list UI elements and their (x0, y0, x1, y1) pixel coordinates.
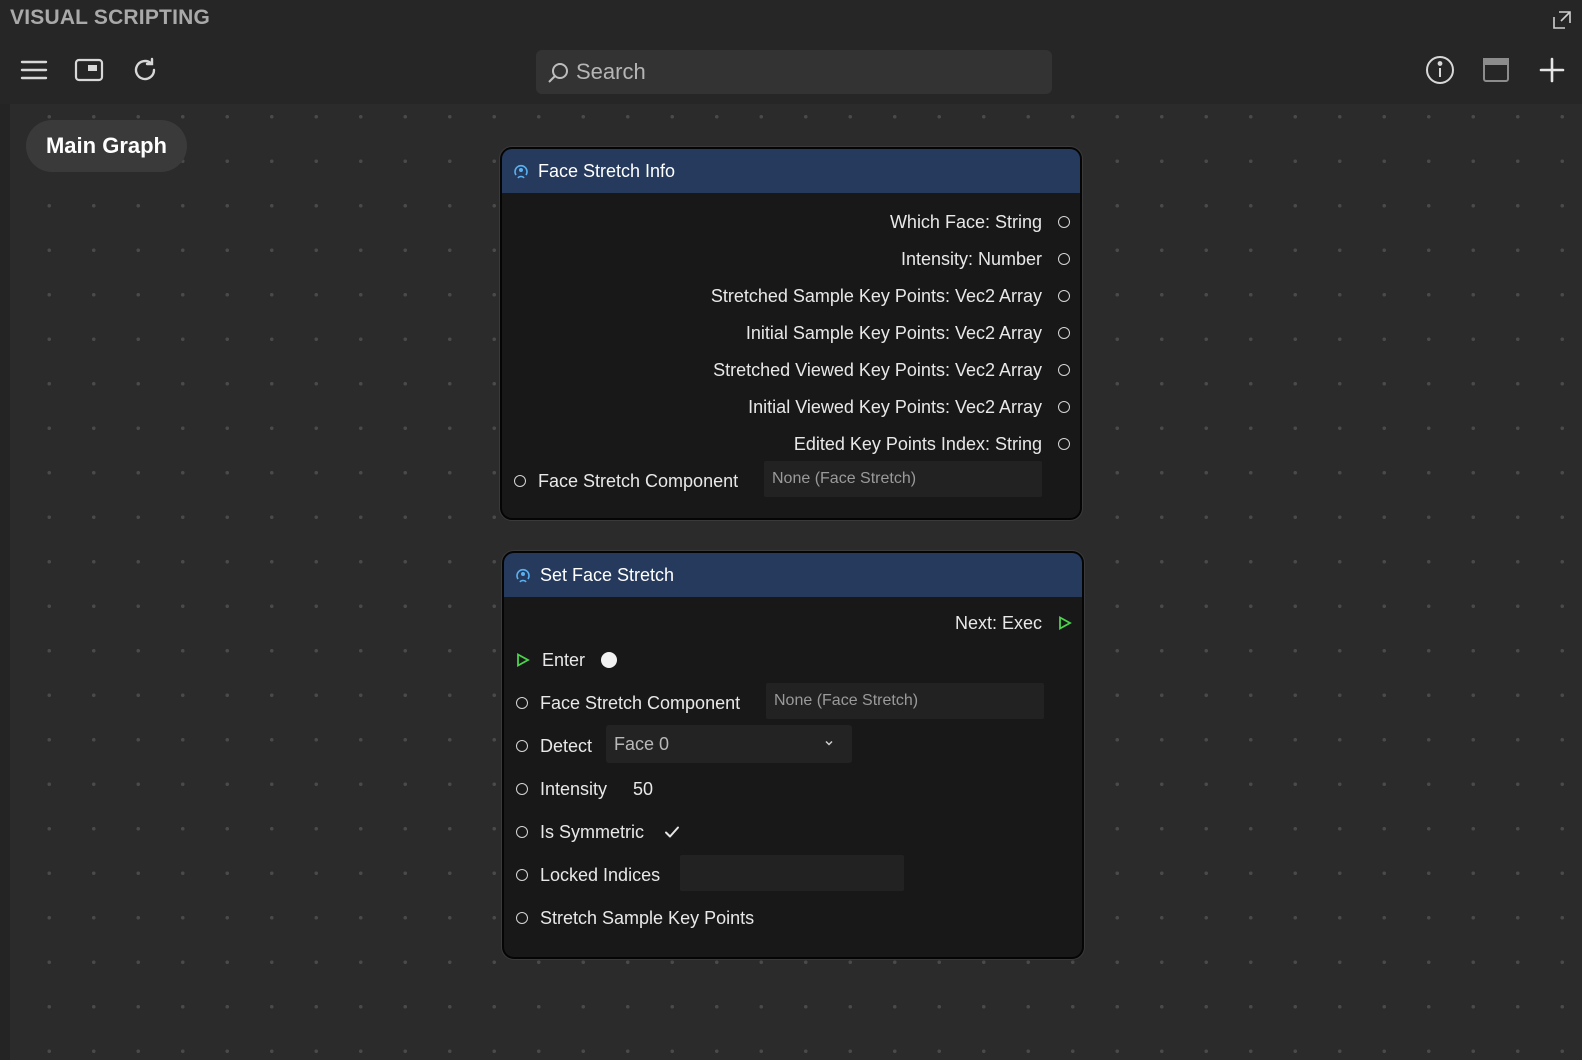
exec-output-icon[interactable] (1058, 616, 1072, 630)
info-icon[interactable] (1424, 54, 1456, 86)
input-face-stretch-component: Face Stretch Component (516, 688, 740, 718)
search-input[interactable] (576, 50, 1036, 94)
output-label: Edited Key Points Index: String (793, 433, 1042, 454)
input-label: Enter (542, 649, 586, 670)
refresh-icon[interactable] (129, 54, 161, 86)
node-header[interactable]: Set Face Stretch (504, 553, 1082, 597)
input-label: Is Symmetric (540, 821, 645, 842)
output-stretched-viewed-key-points: Stretched Viewed Key Points: Vec2 Array (713, 355, 1070, 385)
node-title: Set Face Stretch (540, 564, 675, 585)
node-title: Face Stretch Info (538, 160, 676, 181)
input-port[interactable] (516, 869, 528, 881)
plus-icon[interactable] (1536, 54, 1568, 86)
set-face-stretch-node[interactable]: Set Face Stretch Next: Exec Enter Face S… (502, 551, 1084, 959)
output-port[interactable] (1058, 327, 1070, 339)
input-is-symmetric: Is Symmetric (516, 817, 644, 847)
face-icon (514, 164, 528, 179)
input-port[interactable] (516, 697, 528, 709)
output-port[interactable] (1058, 438, 1070, 450)
input-face-stretch-component: Face Stretch Component (514, 466, 738, 496)
input-label: Locked Indices (540, 864, 661, 885)
output-label: Next: Exec (954, 612, 1042, 633)
detect-value: Face 0 (614, 733, 670, 754)
input-intensity: Intensity (516, 774, 607, 804)
input-enter: Enter (516, 645, 618, 675)
input-label: Stretch Sample Key Points (540, 907, 755, 928)
output-edited-key-points-index: Edited Key Points Index: String (794, 429, 1070, 459)
input-port[interactable] (516, 740, 528, 752)
output-stretched-sample-key-points: Stretched Sample Key Points: Vec2 Array (711, 281, 1070, 311)
title-bar: VISUAL SCRIPTING (0, 0, 1582, 40)
face-stretch-info-node[interactable]: Face Stretch Info Which Face: String Int… (500, 147, 1082, 520)
input-port[interactable] (516, 783, 528, 795)
panel-icon[interactable] (73, 54, 105, 86)
app-title: VISUAL SCRIPTING (10, 6, 211, 29)
chevron-down-icon (825, 740, 833, 746)
output-port[interactable] (1058, 401, 1070, 413)
output-intensity: Intensity: Number (901, 244, 1070, 274)
locked-indices-field[interactable] (680, 855, 904, 891)
output-label: Which Face: String (889, 211, 1042, 232)
output-port[interactable] (1058, 216, 1070, 228)
output-label: Initial Viewed Key Points: Vec2 Array (748, 396, 1042, 417)
input-port[interactable] (516, 826, 528, 838)
output-port[interactable] (1058, 290, 1070, 302)
output-label: Stretched Viewed Key Points: Vec2 Array (713, 359, 1042, 380)
output-label: Stretched Sample Key Points: Vec2 Array (710, 285, 1042, 306)
input-label: Face Stretch Component (538, 470, 739, 491)
main-graph-breadcrumb[interactable]: Main Graph (26, 120, 187, 172)
left-gutter (0, 104, 10, 1060)
intensity-input[interactable]: 50 (633, 779, 653, 800)
output-port[interactable] (1058, 253, 1070, 265)
input-label: Face Stretch Component (540, 692, 741, 713)
input-locked-indices: Locked Indices (516, 860, 660, 890)
input-port[interactable] (516, 912, 528, 924)
exec-input-icon[interactable] (516, 653, 530, 667)
face-icon (516, 568, 530, 583)
search-bar[interactable] (536, 50, 1052, 94)
input-port[interactable] (514, 475, 526, 487)
toolbar (0, 40, 1582, 104)
output-label: Intensity: Number (900, 248, 1042, 269)
checkmark-icon[interactable] (661, 821, 683, 843)
detect-dropdown[interactable]: Face 0 (606, 725, 852, 763)
detach-window-icon[interactable] (1550, 8, 1574, 32)
search-icon (546, 60, 572, 86)
input-stretch-sample-key-points: Stretch Sample Key Points (516, 903, 754, 933)
input-label: Detect (540, 735, 593, 756)
node-header[interactable]: Face Stretch Info (502, 149, 1080, 193)
window-icon[interactable] (1480, 54, 1512, 86)
component-field[interactable]: None (Face Stretch) (764, 461, 1042, 497)
output-port[interactable] (1058, 364, 1070, 376)
menu-icon[interactable] (18, 54, 50, 86)
input-detect: Detect (516, 731, 592, 761)
enter-toggle-dot[interactable] (601, 652, 618, 668)
component-field[interactable]: None (Face Stretch) (766, 683, 1044, 719)
input-label: Intensity (540, 778, 608, 799)
output-initial-viewed-key-points: Initial Viewed Key Points: Vec2 Array (748, 392, 1070, 422)
output-next-exec: Next: Exec (955, 608, 1072, 638)
output-label: Initial Sample Key Points: Vec2 Array (745, 322, 1042, 343)
output-which-face: Which Face: String (890, 207, 1070, 237)
output-initial-sample-key-points: Initial Sample Key Points: Vec2 Array (746, 318, 1070, 348)
